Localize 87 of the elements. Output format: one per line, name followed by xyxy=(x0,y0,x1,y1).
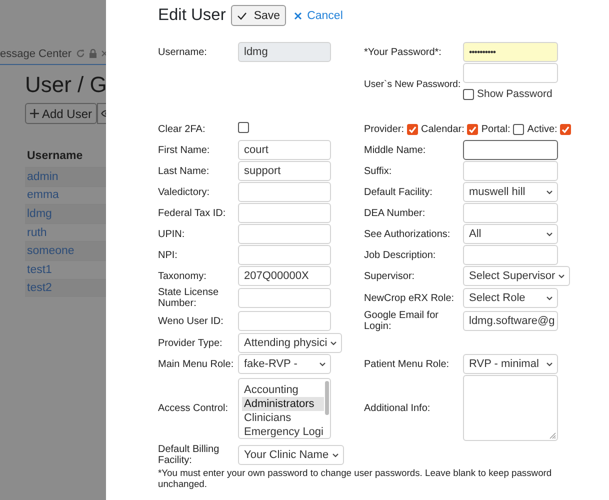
dropdown[interactable]: Attending physici xyxy=(238,333,342,353)
footnote: *You must enter your own password to change user passwords. Leave blank to keep password unchanged. xyxy=(158,467,553,489)
chevron-down-icon xyxy=(558,274,566,278)
checkbox[interactable] xyxy=(238,122,249,133)
resize-handle-icon xyxy=(549,432,556,439)
chevron-down-icon xyxy=(319,362,326,366)
field-label: Last Name: xyxy=(158,166,210,176)
field-label: Default Facility: xyxy=(364,186,434,198)
input-field[interactable]: 207Q00000X xyxy=(238,266,331,286)
list-option[interactable]: Emergency Logi xyxy=(242,424,324,438)
cancel-link[interactable]: Cancel xyxy=(294,10,343,22)
field-label: Access Control: xyxy=(158,402,230,414)
field-label: NPI: xyxy=(158,250,178,260)
field-label: User`s New Password: xyxy=(364,79,462,90)
field-label: DEA Number: xyxy=(364,208,426,218)
checkmark-icon xyxy=(236,12,247,20)
checkmark-icon xyxy=(408,124,418,134)
dropdown[interactable]: Your Clinic Name xyxy=(238,445,344,465)
scrollbar-thumb[interactable] xyxy=(325,380,329,414)
checkbox[interactable] xyxy=(463,88,474,100)
dialog-title: Edit User xyxy=(158,6,226,25)
password-field[interactable] xyxy=(463,63,558,83)
checkbox[interactable] xyxy=(560,124,572,134)
dropdown[interactable]: All xyxy=(463,224,558,244)
lock-icon xyxy=(88,49,97,58)
input-field[interactable]: ldmg.software@g xyxy=(463,311,558,331)
refresh-icon xyxy=(76,49,85,58)
checkbox-label: Portal: xyxy=(481,124,510,134)
list-box[interactable]: Accounting Administrators Clinicians Emergency Logi xyxy=(238,378,331,438)
checkbox-label: Show Password xyxy=(477,88,552,100)
input-field[interactable]: court xyxy=(238,140,331,160)
chevron-down-icon xyxy=(546,232,553,236)
input-field[interactable] xyxy=(463,140,558,160)
chevron-down-icon xyxy=(330,340,338,346)
checkbox[interactable] xyxy=(467,124,478,134)
plus-icon xyxy=(30,109,39,118)
field-label: State License Number: xyxy=(158,287,220,309)
chevron-down-icon xyxy=(332,452,339,458)
text-area[interactable] xyxy=(463,375,558,441)
field-label: NewCrop eRX Role: xyxy=(364,292,456,304)
dropdown[interactable]: Select Role xyxy=(463,288,558,308)
field-label: See Authorizations: xyxy=(364,228,452,240)
input-field[interactable]: support xyxy=(238,161,331,181)
field-label: First Name: xyxy=(158,144,211,156)
field-label: Middle Name: xyxy=(364,144,427,156)
dropdown[interactable]: Select Supervisor xyxy=(463,266,570,286)
list-option[interactable]: Clinicians xyxy=(242,410,324,424)
field-label: Patient Menu Role: xyxy=(364,358,450,370)
field-label: *Your Password*: xyxy=(364,46,442,58)
column-header: Username xyxy=(26,150,84,162)
checkbox[interactable] xyxy=(407,124,418,134)
close-icon[interactable] xyxy=(100,50,106,57)
checkmark-icon xyxy=(561,124,570,134)
field-label: Taxonomy: xyxy=(158,270,208,282)
field-label: Provider Type: xyxy=(158,338,224,348)
list-option[interactable]: Administrators xyxy=(242,396,324,410)
field-label: Federal Tax ID: xyxy=(158,208,227,218)
password-field[interactable]: •••••••••• xyxy=(463,42,558,62)
field-label: Job Description: xyxy=(364,250,437,260)
dropdown[interactable]: fake-RVP - xyxy=(238,354,331,374)
field-label: Valedictory: xyxy=(158,186,211,198)
list-option[interactable]: Accounting xyxy=(242,382,324,396)
field-label: Google Email for Login: xyxy=(364,310,440,332)
field-label: Clear 2FA: xyxy=(158,124,206,134)
save-button[interactable]: Save xyxy=(230,5,286,26)
dropdown[interactable]: RVP - minimal xyxy=(463,354,558,374)
chevron-down-icon xyxy=(546,296,553,300)
field-label: Username: xyxy=(158,46,208,58)
add-user-button[interactable]: Add User xyxy=(25,103,98,124)
chevron-down-icon xyxy=(546,190,553,194)
page-heading: User / G xyxy=(25,71,106,99)
checkbox-label: Provider: xyxy=(364,124,404,134)
input-field[interactable]: ldmg xyxy=(238,42,331,62)
field-label: Weno User ID: xyxy=(158,316,224,326)
checkmark-icon xyxy=(468,124,478,134)
checkbox[interactable] xyxy=(513,124,524,134)
field-label: Suffix: xyxy=(364,166,393,176)
close-icon xyxy=(294,12,302,20)
dropdown[interactable]: muswell hill xyxy=(463,182,558,202)
chevron-down-icon xyxy=(546,362,553,366)
field-label: Additional Info: xyxy=(364,402,432,414)
field-label: Supervisor: xyxy=(364,270,416,282)
field-label: Default Billing Facility: xyxy=(158,444,220,466)
checkbox-label: Active: xyxy=(527,124,558,134)
checkbox-label: Calendar: xyxy=(421,124,464,134)
field-label: UPIN: xyxy=(158,228,186,240)
field-label: Main Menu Role: xyxy=(158,358,235,370)
